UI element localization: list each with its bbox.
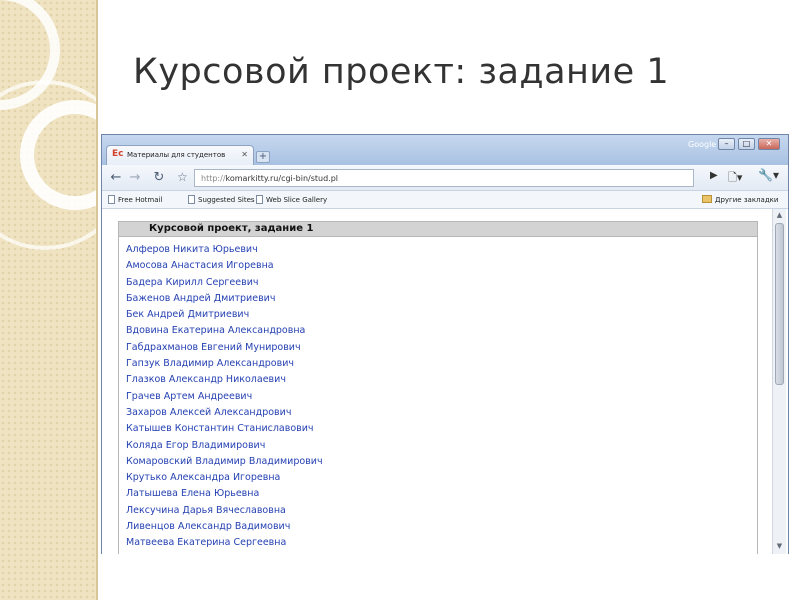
bookmark-item[interactable]: Free Hotmail (108, 195, 162, 204)
new-tab-button[interactable]: + (256, 151, 270, 163)
browser-tab[interactable]: Ес Материалы для студентов ✕ (106, 145, 254, 165)
minimize-button[interactable]: – (718, 138, 735, 150)
tab-title: Материалы для студентов (127, 151, 226, 159)
play-icon[interactable]: ▶ (710, 170, 718, 181)
slide-divider (96, 0, 98, 600)
student-link[interactable]: Лексучина Дарья Вячеславовна (126, 503, 746, 519)
slide-decoration (0, 0, 96, 600)
bookmark-item[interactable]: Web Slice Gallery (256, 195, 327, 204)
browser-titlebar: Ес Материалы для студентов ✕ + Google – … (102, 135, 788, 165)
student-link[interactable]: Грачев Артем Андреевич (126, 389, 746, 405)
student-link[interactable]: Гапзук Владимир Александрович (126, 356, 746, 372)
page-menu-icon[interactable]: 🗋▾ (728, 169, 742, 188)
page-icon (188, 195, 195, 204)
page-icon (108, 195, 115, 204)
student-link[interactable]: Комаровский Владимир Владимирович (126, 454, 746, 470)
student-link[interactable]: Амосова Анастасия Игоревна (126, 258, 746, 274)
url-path: komarkitty.ru/cgi-bin/stud.pl (225, 174, 339, 183)
student-link[interactable]: Латышева Елена Юрьевна (126, 486, 746, 502)
bookmark-item[interactable]: Suggested Sites (188, 195, 255, 204)
student-link[interactable]: Крутько Александра Игоревна (126, 470, 746, 486)
url-scheme: http:// (201, 174, 226, 183)
address-bar[interactable]: http://komarkitty.ru/cgi-bin/stud.pl (194, 169, 694, 187)
student-link[interactable]: Ливенцов Александр Вадимович (126, 519, 746, 535)
slide-title: Курсовой проект: задание 1 (133, 52, 670, 92)
scroll-thumb[interactable] (775, 223, 784, 385)
student-link[interactable]: Захаров Алексей Александрович (126, 405, 746, 421)
bookmark-label: Suggested Sites (198, 196, 255, 204)
wrench-icon[interactable]: 🔧▾ (758, 168, 779, 182)
student-link[interactable]: Глазков Александр Николаевич (126, 372, 746, 388)
scroll-up-icon[interactable]: ▲ (775, 211, 784, 221)
student-link[interactable]: Алферов Никита Юрьевич (126, 242, 746, 258)
page-viewport: Курсовой проект, задание 1 Алферов Никит… (102, 209, 788, 554)
other-bookmarks[interactable]: Другие закладки (702, 195, 778, 204)
student-link[interactable]: Баженов Андрей Дмитриевич (126, 291, 746, 307)
reload-icon[interactable]: ↻ (151, 170, 167, 186)
student-link[interactable]: Матвеева Екатерина Сергеевна (126, 535, 746, 551)
browser-toolbar: ← → ↻ ☆ http://komarkitty.ru/cgi-bin/stu… (102, 165, 788, 191)
brand-label: Google (688, 140, 717, 149)
student-link[interactable]: Коляда Егор Владимирович (126, 438, 746, 454)
bookmark-label: Web Slice Gallery (266, 196, 328, 204)
student-link[interactable]: Бек Андрей Дмитриевич (126, 307, 746, 323)
maximize-button[interactable]: □ (738, 138, 755, 150)
favicon-icon: Ес (112, 149, 124, 159)
folder-icon (702, 195, 712, 203)
vertical-scrollbar[interactable]: ▲ ▼ (772, 209, 786, 554)
page-icon (256, 195, 263, 204)
back-arrow-icon[interactable]: ← (108, 170, 124, 186)
bookmarks-bar: Free Hotmail Suggested Sites Web Slice G… (102, 191, 788, 209)
student-list: Алферов Никита Юрьевич Амосова Анастасия … (126, 242, 746, 552)
student-link[interactable]: Вдовина Екатерина Александровна (126, 323, 746, 339)
other-bookmarks-label: Другие закладки (715, 196, 779, 204)
page-header: Курсовой проект, задание 1 (118, 221, 758, 237)
forward-arrow-icon[interactable]: → (127, 170, 143, 186)
student-link[interactable]: Бадера Кирилл Сергеевич (126, 275, 746, 291)
student-link[interactable]: Габдрахманов Евгений Мунирович (126, 340, 746, 356)
bookmark-label: Free Hotmail (118, 196, 163, 204)
student-link[interactable]: Катышев Константин Станиславович (126, 421, 746, 437)
close-tab-icon[interactable]: ✕ (241, 150, 248, 159)
close-window-button[interactable]: ✕ (758, 138, 780, 150)
bookmark-star-icon[interactable]: ☆ (177, 170, 188, 184)
browser-window: Ес Материалы для студентов ✕ + Google – … (101, 134, 789, 554)
scroll-down-icon[interactable]: ▼ (775, 542, 784, 552)
